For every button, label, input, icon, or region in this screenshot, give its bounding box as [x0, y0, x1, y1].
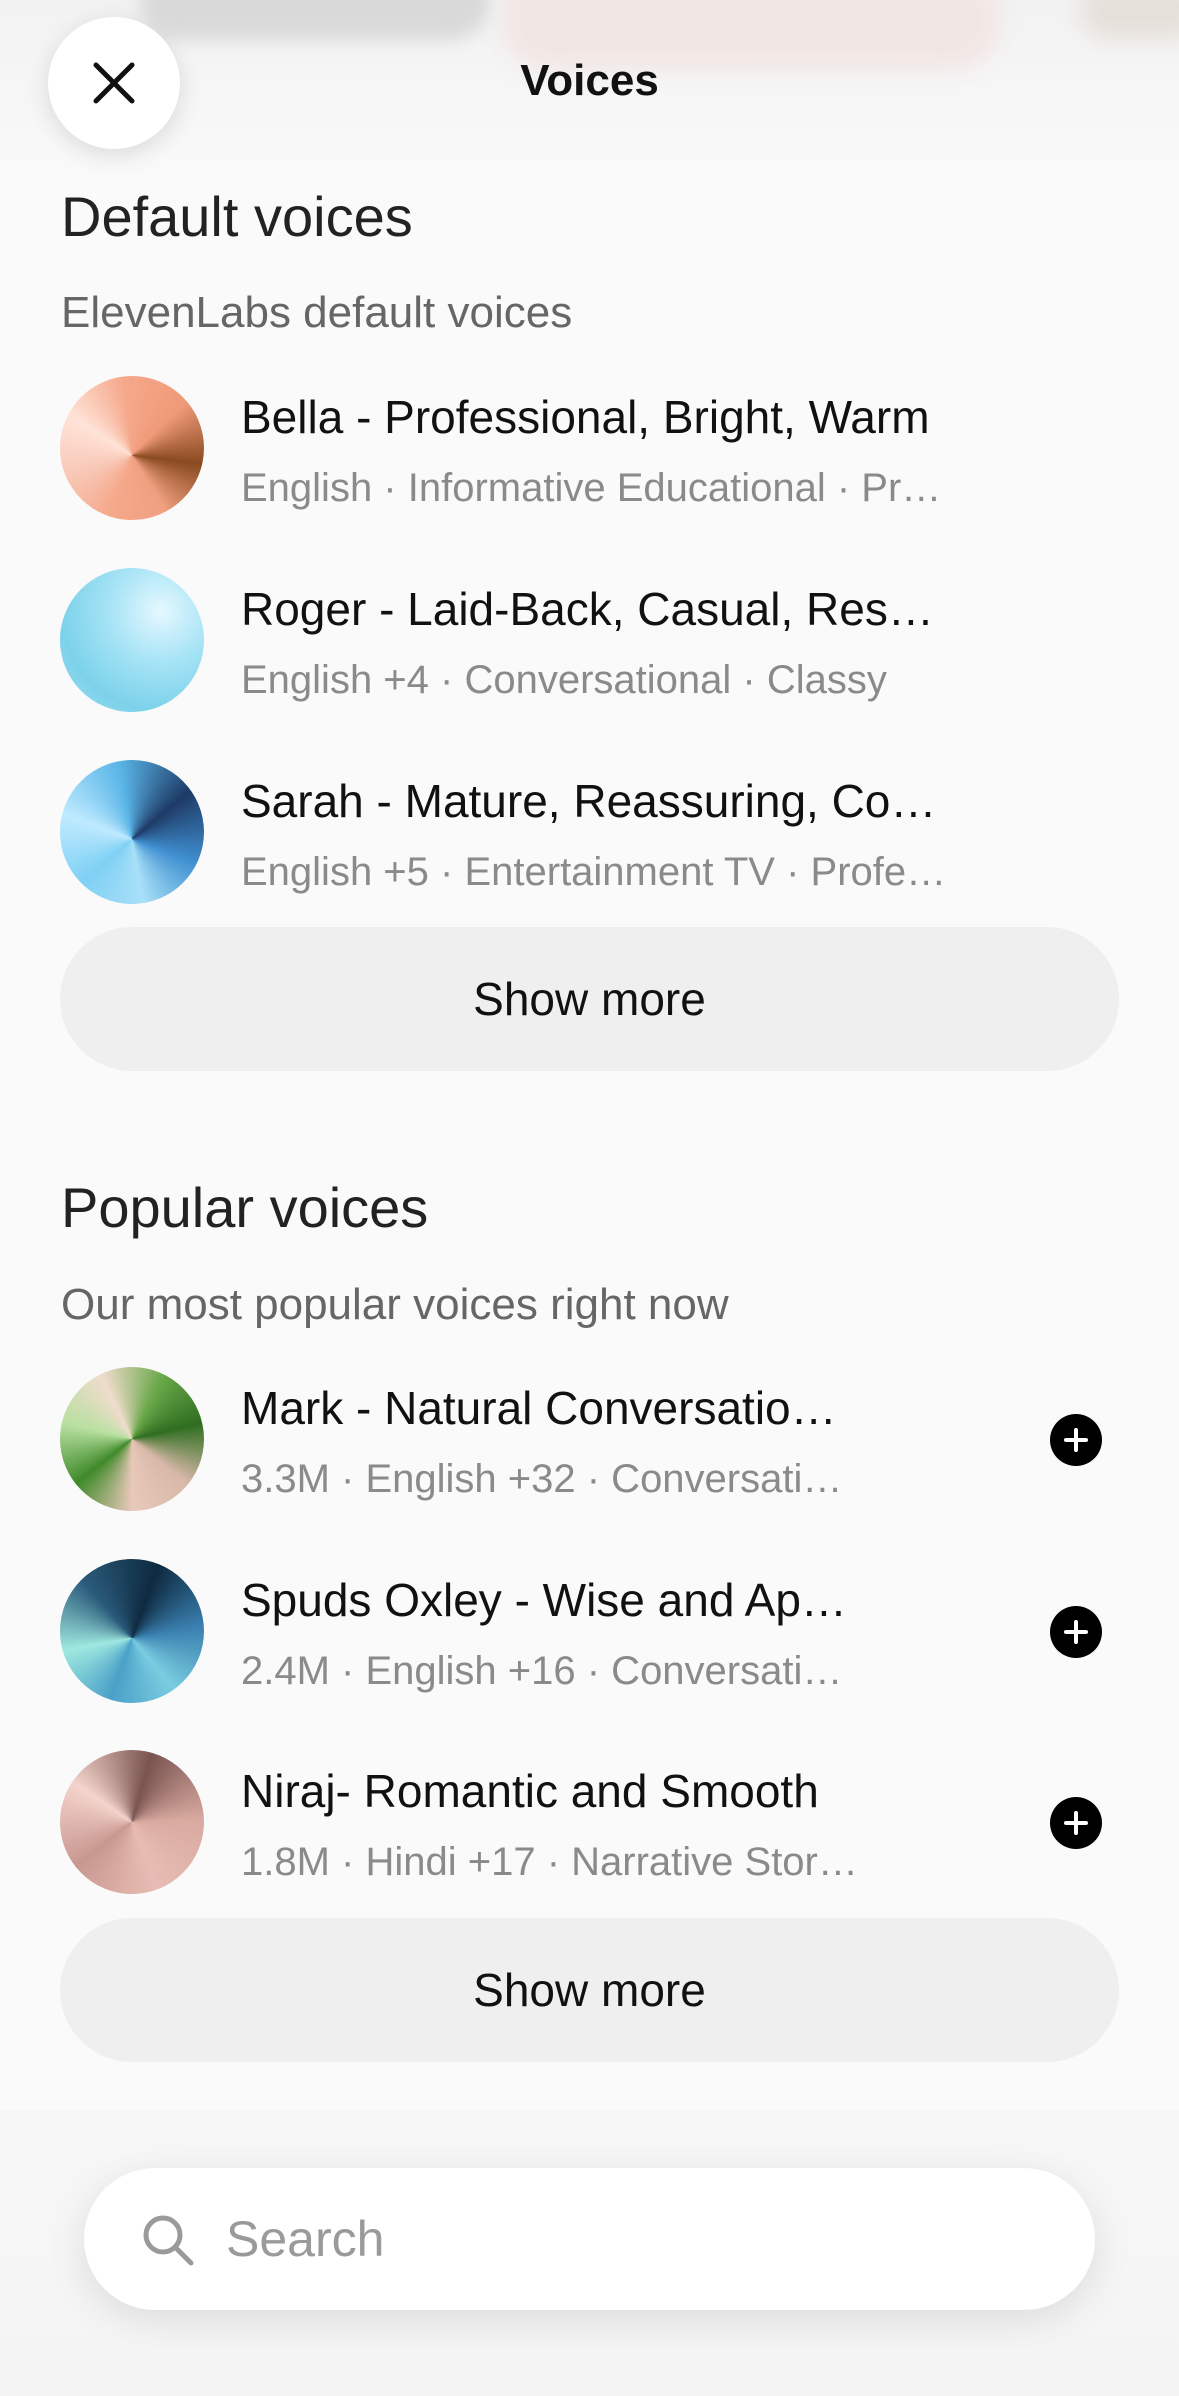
voice-row-niraj[interactable]: Niraj- Romantic and Smooth 1.8M · Hindi … [0, 1750, 1179, 1910]
voice-name: Mark - Natural Conversatio… [241, 1382, 837, 1434]
voice-meta: English +4 · Conversational · Classy [241, 658, 887, 702]
voice-name: Niraj- Romantic and Smooth [241, 1765, 819, 1817]
voice-name: Spuds Oxley - Wise and Ap… [241, 1574, 847, 1626]
voice-row-spuds-oxley[interactable]: Spuds Oxley - Wise and Ap… 2.4M · Englis… [0, 1559, 1179, 1719]
avatar [60, 376, 204, 520]
backdrop-shape [1080, 0, 1179, 40]
avatar [60, 568, 204, 712]
backdrop-shape [140, 0, 490, 40]
voice-meta: 2.4M · English +16 · Conversati… [241, 1649, 843, 1693]
voice-name: Roger - Laid-Back, Casual, Res… [241, 583, 934, 635]
voice-row-roger[interactable]: Roger - Laid-Back, Casual, Res… English … [0, 568, 1179, 728]
plus-circle-icon [1064, 1428, 1088, 1452]
default-voices-heading: Default voices [61, 185, 413, 248]
page-title: Voices [520, 56, 659, 105]
show-more-popular-button[interactable]: Show more [60, 1918, 1119, 2062]
voice-meta: English +5 · Entertainment TV · Profe… [241, 850, 947, 894]
voice-meta: 3.3M · English +32 · Conversati… [241, 1457, 843, 1501]
avatar [60, 1750, 204, 1894]
add-voice-button[interactable] [1050, 1414, 1102, 1466]
voice-meta: English · Informative Educational · Pr… [241, 466, 942, 510]
voice-meta: 1.8M · Hindi +17 · Narrative Stor… [241, 1840, 858, 1884]
popular-voices-heading: Popular voices [61, 1176, 429, 1239]
voice-row-sarah[interactable]: Sarah - Mature, Reassuring, Co… English … [0, 760, 1179, 920]
avatar [60, 1367, 204, 1511]
avatar [60, 760, 204, 904]
search-bar[interactable] [84, 2168, 1095, 2310]
search-input[interactable] [224, 2198, 1048, 2280]
plus-circle-icon [1064, 1620, 1088, 1644]
search-icon [143, 2215, 194, 2266]
plus-circle-icon [1064, 1811, 1088, 1835]
show-more-default-button[interactable]: Show more [60, 927, 1119, 1071]
voice-row-mark[interactable]: Mark - Natural Conversatio… 3.3M · Engli… [0, 1367, 1179, 1527]
add-voice-button[interactable] [1050, 1606, 1102, 1658]
default-voices-subtitle: ElevenLabs default voices [61, 288, 573, 337]
popular-voices-subtitle: Our most popular voices right now [61, 1280, 729, 1329]
avatar [60, 1559, 204, 1703]
voice-row-bella[interactable]: Bella - Professional, Bright, Warm Engli… [0, 376, 1179, 536]
voice-name: Sarah - Mature, Reassuring, Co… [241, 775, 937, 827]
add-voice-button[interactable] [1050, 1797, 1102, 1849]
voice-name: Bella - Professional, Bright, Warm [241, 391, 930, 443]
